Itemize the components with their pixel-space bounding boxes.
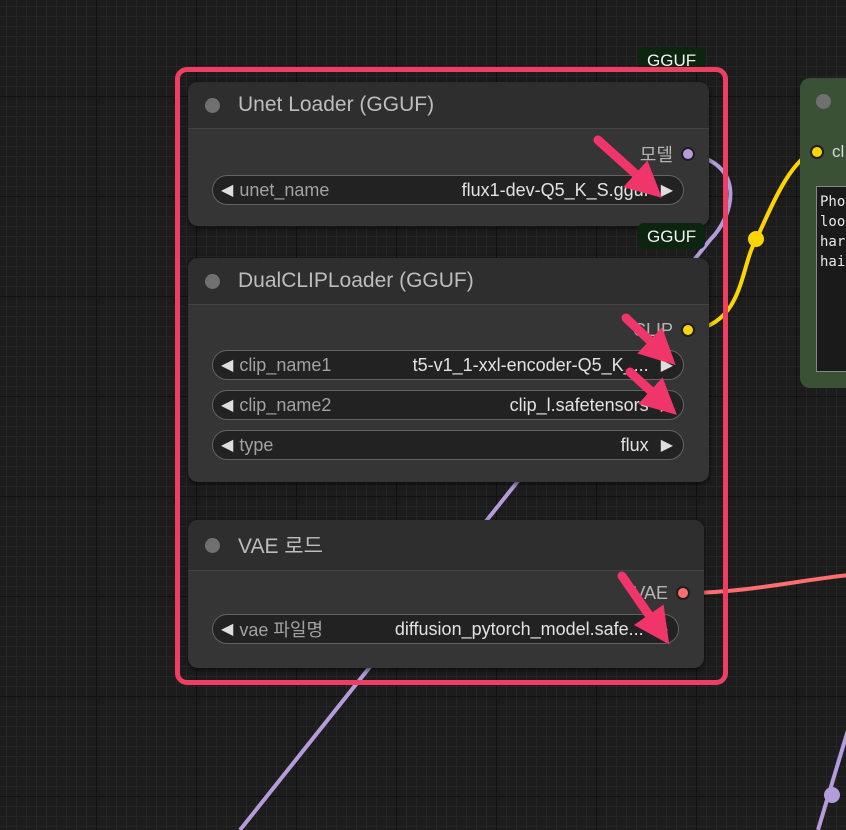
unet-name-widget[interactable]: ◀ unet_name flux1-dev-Q5_K_S.gguf ▶	[212, 175, 684, 205]
widget-value: flux1-dev-Q5_K_S.gguf	[461, 179, 649, 200]
clip-name2-widget[interactable]: ◀ clip_name2 clip_l.safetensors ▶	[212, 390, 684, 420]
dualclip-gguf-badge: GGUF	[638, 223, 706, 249]
vae-link-wire	[689, 573, 846, 595]
clip-link-reroute-dot	[748, 231, 764, 247]
arrow-right-icon[interactable]: ▶	[661, 355, 673, 375]
prompt-line: Pho	[820, 194, 846, 210]
prompt-textarea[interactable]: Pho loo har hai	[816, 186, 846, 372]
arrow-left-icon[interactable]: ◀	[221, 395, 233, 415]
clip-text-encode-node[interactable]: cl Pho loo har hai	[800, 78, 846, 388]
widget-value: t5-v1_1-xxl-encoder-Q5_K_...	[412, 354, 649, 375]
vae-output[interactable]: VAE	[633, 581, 690, 605]
model-link-reroute-dot	[824, 787, 840, 803]
node-title: Unet Loader (GGUF)	[238, 93, 435, 116]
model-output[interactable]: 모델	[640, 142, 695, 166]
prompt-line: har	[820, 234, 846, 250]
widget-value: diffusion_pytorch_model.safe...	[394, 618, 644, 639]
widget-name: clip_name2	[239, 394, 332, 415]
collapse-dot-icon[interactable]	[205, 273, 220, 289]
vae-name-widget[interactable]: ◀ vae 파일명 diffusion_pytorch_model.safe..…	[212, 614, 679, 644]
arrow-right-icon[interactable]: ▶	[656, 619, 668, 639]
output-label: VAE	[633, 582, 668, 603]
clip-name1-widget[interactable]: ◀ clip_name1 t5-v1_1-xxl-encoder-Q5_K_..…	[212, 350, 684, 380]
dualclip-loader-node[interactable]: DualCLIPLoader (GGUF) CLIP ◀ clip_name1 …	[188, 258, 709, 482]
type-widget[interactable]: ◀ type flux ▶	[212, 430, 684, 460]
output-label: CLIP	[632, 319, 673, 340]
clip-output[interactable]: CLIP	[633, 318, 695, 342]
node-title: DualCLIPLoader (GGUF)	[238, 269, 474, 292]
node-header[interactable]: VAE 로드	[188, 520, 704, 571]
prompt-line: hai	[820, 254, 846, 270]
vae-loader-node[interactable]: VAE 로드 VAE ◀ vae 파일명 diffusion_pytorch_m…	[188, 520, 704, 668]
unet-gguf-badge: GGUF	[638, 47, 706, 73]
collapse-dot-icon[interactable]	[205, 97, 220, 113]
arrow-left-icon[interactable]: ◀	[221, 619, 233, 639]
clip-input[interactable]: cl	[810, 142, 844, 162]
output-label: 모델	[639, 145, 673, 165]
input-port-icon[interactable]	[810, 145, 824, 159]
collapse-dot-icon[interactable]	[205, 537, 220, 553]
arrow-right-icon[interactable]: ▶	[661, 180, 673, 200]
node-title: VAE 로드	[238, 535, 323, 558]
collapse-dot-icon[interactable]	[816, 94, 831, 109]
node-header[interactable]: DualCLIPLoader (GGUF)	[188, 258, 709, 305]
prompt-line: loo	[820, 214, 846, 230]
arrow-left-icon[interactable]: ◀	[221, 435, 233, 455]
arrow-left-icon[interactable]: ◀	[221, 355, 233, 375]
widget-name: type	[239, 434, 274, 455]
input-label: cl	[832, 142, 845, 161]
widget-name: clip_name1	[239, 354, 332, 375]
arrow-right-icon[interactable]: ▶	[661, 435, 673, 455]
output-port-icon[interactable]	[676, 586, 690, 600]
arrow-left-icon[interactable]: ◀	[221, 180, 233, 200]
widget-name: unet_name	[239, 179, 330, 200]
model-link-wire	[238, 153, 733, 830]
output-port-icon[interactable]	[681, 147, 695, 161]
widget-name: vae 파일명	[239, 620, 324, 640]
widget-value: clip_l.safetensors	[509, 394, 649, 415]
output-port-icon[interactable]	[681, 323, 695, 337]
node-header[interactable]: Unet Loader (GGUF)	[188, 82, 709, 129]
unet-loader-node[interactable]: Unet Loader (GGUF) 모델 ◀ unet_name flux1-…	[188, 82, 709, 226]
widget-value: flux	[620, 434, 649, 455]
model-link-wire-2	[816, 729, 846, 830]
arrow-right-icon[interactable]: ▶	[661, 395, 673, 415]
